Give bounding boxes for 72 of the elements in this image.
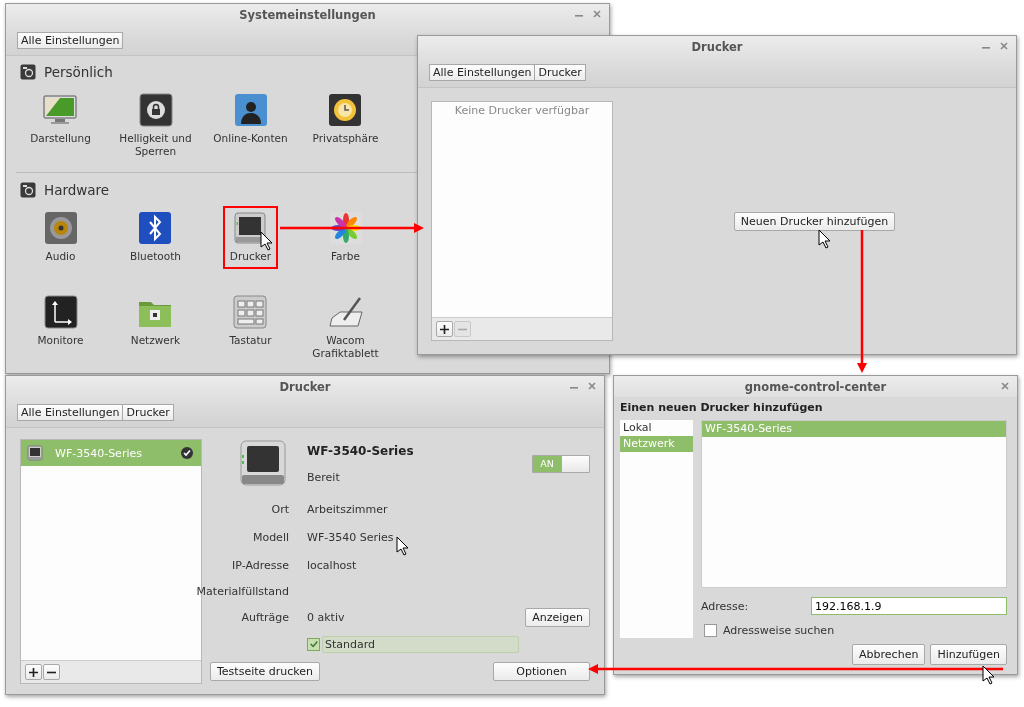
printer-icon <box>27 445 43 461</box>
address-label: Adresse: <box>701 599 750 613</box>
plus-icon <box>29 667 38 677</box>
printer-status: Bereit <box>307 471 341 484</box>
close-icon[interactable] <box>1000 42 1008 50</box>
category-icon <box>20 182 36 198</box>
breadcrumb-button[interactable]: Alle Einstellungen <box>17 403 124 421</box>
dialog-heading: Einen neuen Drucker hinzufügen <box>620 401 824 414</box>
settings-tile[interactable]: Audio <box>35 206 86 269</box>
field-value: localhost <box>307 558 357 572</box>
cancel-button[interactable]: Abbrechen <box>852 644 926 665</box>
settings-tile[interactable]: Netzwerk <box>123 290 188 353</box>
bluetooth-icon <box>137 210 174 246</box>
settings-tile[interactable]: Tastatur <box>222 290 279 353</box>
lock-icon <box>137 92 174 128</box>
close-icon[interactable] <box>588 382 596 390</box>
close-icon[interactable] <box>1001 382 1009 390</box>
section-title: Persönlich <box>44 64 113 80</box>
keyboard-icon <box>232 294 269 330</box>
mouse-pointer-icon <box>396 536 409 556</box>
breadcrumb-button[interactable]: Drucker <box>535 63 586 81</box>
add-button[interactable] <box>436 321 453 337</box>
settings-tile[interactable]: Monitore <box>30 290 91 353</box>
monitor-chart-icon <box>42 294 79 330</box>
settings-tile[interactable]: Drucker <box>222 206 279 269</box>
print-test-page-button[interactable]: Testseite drucken <box>210 662 321 681</box>
settings-tile[interactable]: Wacom Grafiktablett <box>298 290 393 366</box>
field-label: Ort <box>271 502 289 516</box>
breadcrumb-button[interactable]: Alle Einstellungen <box>17 31 124 49</box>
field-label: IP-Adresse <box>232 558 289 572</box>
empty-list-text: Keine Drucker verfügbar <box>453 103 591 117</box>
settings-tile[interactable]: Privatsphäre <box>305 88 386 151</box>
window-title: Drucker <box>279 379 331 394</box>
settings-tile[interactable]: Darstellung <box>23 88 98 151</box>
printer-icon <box>232 210 269 246</box>
add-printer-button[interactable]: Neuen Drucker hinzufügen <box>733 211 896 231</box>
window-title: Systemeinstellungen <box>239 7 376 22</box>
field-value: Arbeitszimmer <box>307 502 388 516</box>
mouse-pointer-icon <box>260 231 273 251</box>
printer-icon <box>239 439 287 487</box>
plus-icon <box>440 324 449 334</box>
field-value: 0 aktiv <box>307 610 345 624</box>
address-field[interactable]: 192.168.1.9 <box>811 597 1007 615</box>
printer-name: WF-3540-Series <box>307 444 415 458</box>
settings-tile[interactable]: Online-Konten <box>206 88 295 151</box>
source-list-item[interactable]: Lokal <box>620 420 693 436</box>
speaker-icon <box>42 210 79 246</box>
show-jobs-button[interactable]: Anzeigen <box>525 607 590 627</box>
settings-tile[interactable]: Bluetooth <box>123 206 188 269</box>
mouse-pointer-icon <box>982 665 995 685</box>
section-title: Hardware <box>44 182 110 198</box>
mouse-pointer-icon <box>818 229 831 249</box>
remove-button[interactable] <box>43 664 60 680</box>
options-button[interactable]: Optionen <box>493 662 590 681</box>
settings-tile[interactable]: Helligkeit und Sperren <box>108 88 203 164</box>
field-value: WF-3540 Series <box>307 530 394 544</box>
field-label: Modell <box>252 530 289 544</box>
add-button[interactable] <box>25 664 42 680</box>
category-icon <box>20 64 36 80</box>
clock-icon <box>327 92 364 128</box>
field-label: Aufträge <box>241 610 289 624</box>
breadcrumb-button[interactable]: Drucker <box>123 403 174 421</box>
settings-tile[interactable]: Farbe <box>320 206 371 269</box>
search-by-address-checkbox[interactable]: Adressweise suchen <box>701 624 1007 637</box>
close-icon[interactable] <box>593 10 601 18</box>
person-icon <box>232 92 269 128</box>
breadcrumb-button[interactable]: Alle Einstellungen <box>429 63 536 81</box>
window-title: gnome-control-center <box>744 379 887 394</box>
add-button[interactable]: Hinzufügen <box>930 644 1007 665</box>
checkmark-icon <box>308 639 319 649</box>
window-title: Drucker <box>691 39 743 54</box>
field-label: Materialfüllstand <box>196 584 289 598</box>
